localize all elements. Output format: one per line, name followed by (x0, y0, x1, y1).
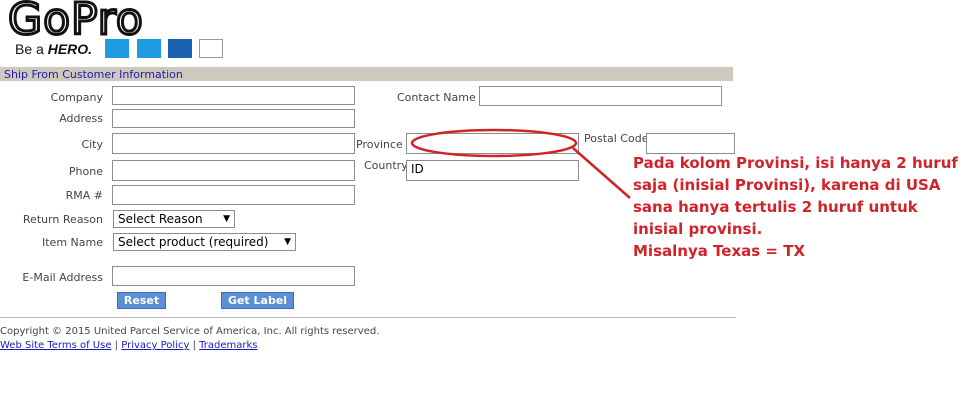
privacy-policy-link[interactable]: Privacy Policy (121, 340, 189, 351)
annotation-line: saja (inisial Provinsi), karena di USA (633, 176, 941, 194)
annotation-note: Pada kolom Provinsi, isi hanya 2 huruf s… (633, 152, 963, 262)
link-separator: | (192, 340, 196, 351)
annotation-line: Pada kolom Provinsi, isi hanya 2 huruf (633, 154, 958, 172)
annotation-line: inisial provinsi. (633, 220, 763, 238)
annotation-pointer-line (572, 147, 631, 199)
footer-links: Web Site Terms of Use | Privacy Policy |… (0, 339, 258, 352)
link-separator: | (114, 340, 119, 351)
annotation-line: Misalnya Texas = TX (633, 242, 806, 260)
copyright-text: Copyright © 2015 United Parcel Service o… (0, 326, 380, 337)
terms-link[interactable]: Web Site Terms of Use (0, 340, 111, 351)
annotation-line: sana hanya tertulis 2 huruf untuk (633, 198, 918, 216)
province-highlight-ellipse (410, 128, 578, 158)
footer-divider (0, 317, 736, 318)
trademarks-link[interactable]: Trademarks (199, 340, 257, 351)
